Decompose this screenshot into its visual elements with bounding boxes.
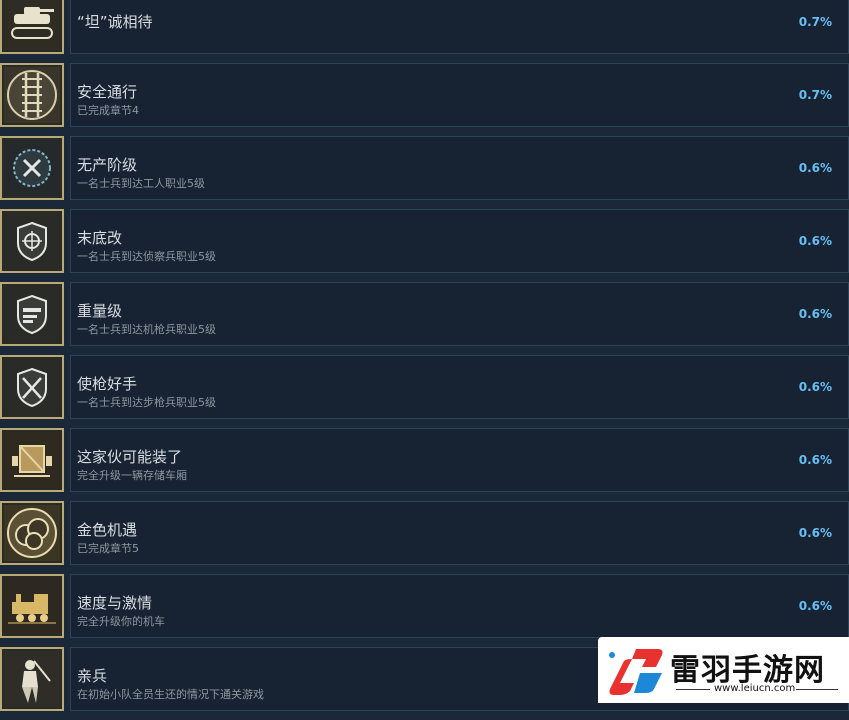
achievement-desc: 一名士兵到达步枪兵职业5级: [77, 396, 216, 409]
crosshair-shield-icon: [0, 209, 64, 273]
machine-gun-shield-icon: [0, 282, 64, 346]
unlock-percent: 0.7%: [798, 88, 832, 102]
achievement-panel: “坦”诚相待 0.7%: [70, 0, 849, 54]
watermark-divider: [796, 689, 838, 690]
unlock-percent: 0.6%: [798, 234, 832, 248]
unlock-percent: 0.6%: [798, 307, 832, 321]
watermark-url: www.leiucn.com: [714, 683, 796, 694]
achievement-row[interactable]: 重量级 一名士兵到达机枪兵职业5级 0.6%: [0, 282, 849, 355]
achievement-panel: 无产阶级 一名士兵到达工人职业5级 0.6%: [70, 136, 849, 200]
watermark: 雷羽手游网 www.leiucn.com: [598, 637, 849, 703]
railroad-track-icon: [0, 63, 64, 127]
achievement-title: 这家伙可能装了: [77, 448, 183, 466]
unlock-percent: 0.6%: [798, 453, 832, 467]
unlock-percent: 0.7%: [798, 15, 832, 29]
achievement-title: 重量级: [77, 302, 123, 320]
achievement-panel: 安全通行 已完成章节4 0.7%: [70, 63, 849, 127]
achievement-panel: 金色机遇 已完成章节5 0.6%: [70, 501, 849, 565]
crossed-rifles-shield-icon: [0, 355, 64, 419]
achievement-title: 无产阶级: [77, 156, 138, 174]
achievement-row[interactable]: 末底改 一名士兵到达侦察兵职业5级 0.6%: [0, 209, 849, 282]
wrench-screwdriver-badge-icon: [0, 136, 64, 200]
achievement-title: 末底改: [77, 229, 123, 247]
achievement-panel: 这家伙可能装了 完全升级一辆存储车厢 0.6%: [70, 428, 849, 492]
achievement-panel: 重量级 一名士兵到达机枪兵职业5级 0.6%: [70, 282, 849, 346]
locomotive-icon: [0, 574, 64, 638]
achievement-title: 安全通行: [77, 83, 138, 101]
achievement-row[interactable]: 使枪好手 一名士兵到达步枪兵职业5级 0.6%: [0, 355, 849, 428]
achievement-title: 亲兵: [77, 667, 108, 685]
tank-icon: [0, 0, 64, 54]
achievement-desc: 已完成章节5: [77, 542, 139, 555]
achievement-row[interactable]: 安全通行 已完成章节4 0.7%: [0, 63, 849, 136]
achievement-list: “坦”诚相待 0.7% 安全通行 已完成章节4 0.7% 无产阶级 一名士兵到达…: [0, 0, 849, 720]
achievement-desc: 完全升级一辆存储车厢: [77, 469, 187, 482]
achievement-desc: 在初始小队全员生还的情况下通关游戏: [77, 688, 264, 701]
achievement-row[interactable]: 这家伙可能装了 完全升级一辆存储车厢 0.6%: [0, 428, 849, 501]
achievement-row[interactable]: 金色机遇 已完成章节5 0.6%: [0, 501, 849, 574]
achievement-desc: 一名士兵到达机枪兵职业5级: [77, 323, 216, 336]
unlock-percent: 0.6%: [798, 380, 832, 394]
watermark-divider: [676, 689, 710, 690]
achievement-row[interactable]: “坦”诚相待 0.7%: [0, 0, 849, 63]
achievement-panel: 使枪好手 一名士兵到达步枪兵职业5级 0.6%: [70, 355, 849, 419]
unlock-percent: 0.6%: [798, 526, 832, 540]
achievement-desc: 一名士兵到达侦察兵职业5级: [77, 250, 216, 263]
unlock-percent: 0.6%: [798, 599, 832, 613]
achievement-title: 使枪好手: [77, 375, 138, 393]
achievement-desc: 完全升级你的机车: [77, 615, 165, 628]
achievement-title: “坦”诚相待: [77, 13, 153, 31]
achievement-desc: 已完成章节4: [77, 104, 139, 117]
achievement-panel: 末底改 一名士兵到达侦察兵职业5级 0.6%: [70, 209, 849, 273]
achievement-title: 速度与激情: [77, 594, 153, 612]
cargo-crate-icon: [0, 428, 64, 492]
achievement-desc: 一名士兵到达工人职业5级: [77, 177, 205, 190]
watermark-logo-icon: [609, 649, 663, 695]
gold-coins-icon: [0, 501, 64, 565]
unlock-percent: 0.6%: [798, 161, 832, 175]
soldier-icon: [0, 647, 64, 711]
achievement-panel: 速度与激情 完全升级你的机车 0.6%: [70, 574, 849, 638]
achievement-title: 金色机遇: [77, 521, 138, 539]
achievement-row[interactable]: 无产阶级 一名士兵到达工人职业5级 0.6%: [0, 136, 849, 209]
